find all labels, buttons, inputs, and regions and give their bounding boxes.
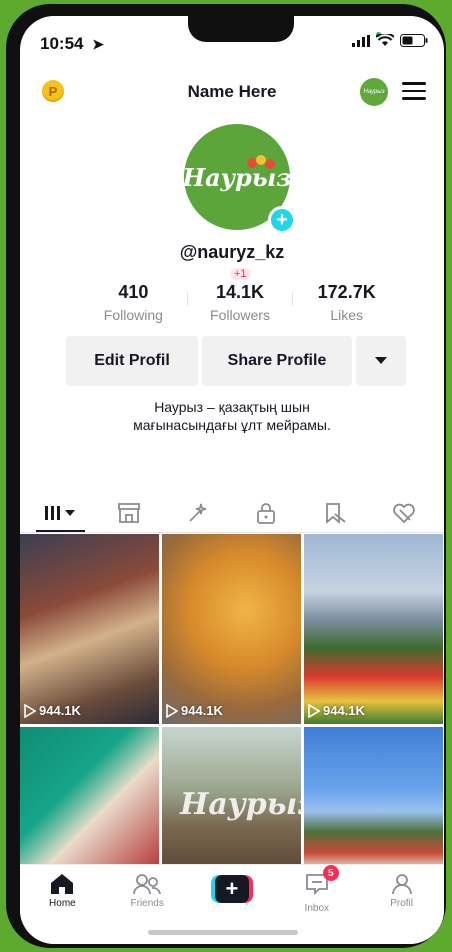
inbox-icon-wrap: 5 (305, 865, 339, 900)
view-count: 944.1K (308, 703, 365, 718)
profile-actions: Edit Profil Share Profile (66, 336, 406, 386)
tulip-icon (247, 155, 275, 169)
video-tile[interactable]: 944.1K (304, 534, 443, 724)
play-icon (24, 703, 36, 718)
tab-liked[interactable] (369, 494, 438, 532)
bio-line-2: мағынасындағы ұлт мейрамы. (133, 417, 331, 433)
nav-home-label: Home (49, 898, 76, 909)
stat-following[interactable]: 410 Following (80, 282, 187, 323)
nav-friends-label: Friends (130, 898, 164, 909)
status-time-text: 10:54 (40, 34, 84, 53)
bottom-nav: Home Friends + 5 Inbox Profil (20, 864, 444, 924)
heart-hidden-icon (392, 503, 415, 524)
profile-icon (391, 874, 412, 895)
share-profile-button[interactable]: Share Profile (202, 336, 352, 386)
profile-stats: 410 Following +1 14.1K Followers 172.7K … (80, 268, 400, 323)
camera-notch (188, 16, 294, 42)
content-tabs (20, 494, 444, 532)
tab-shop[interactable] (95, 494, 164, 532)
grid-bars-icon (45, 506, 76, 520)
tabs-divider (20, 532, 444, 533)
play-icon (308, 703, 320, 718)
status-icons (352, 34, 428, 47)
more-options-button[interactable] (356, 336, 406, 386)
profile-top-bar: P Name Here Наурыз (20, 78, 444, 108)
stat-divider (186, 292, 188, 306)
lock-icon (257, 503, 276, 524)
app-screen: 10:54 ➤ P Name Here Наурыз Наурыз + @nau… (20, 16, 444, 944)
following-count: 410 (118, 282, 149, 302)
profile-handle: @nauryz_kz (179, 242, 285, 262)
tab-effects[interactable] (163, 494, 232, 532)
plus-icon: + (214, 875, 249, 903)
sparkle-wand-icon (189, 503, 206, 522)
nav-profile[interactable]: Profil (359, 865, 444, 924)
followers-count: 14.1K (215, 282, 265, 302)
view-count: 944.1K (24, 703, 81, 718)
bookmark-hidden-icon (326, 503, 346, 524)
tab-videos[interactable] (26, 494, 95, 532)
likes-count: 172.7K (317, 282, 376, 302)
friends-icon (133, 874, 162, 895)
nav-inbox-label: Inbox (304, 903, 330, 914)
followers-delta-badge: +1 (230, 268, 251, 280)
signal-icon (352, 34, 370, 47)
nav-home[interactable]: Home (20, 865, 105, 924)
profile-switch-avatar[interactable]: Наурыз (360, 78, 388, 106)
phone-frame: 10:54 ➤ P Name Here Наурыз Наурыз + @nau… (6, 4, 446, 948)
caret-down-icon (375, 357, 387, 364)
tab-private[interactable] (232, 494, 301, 532)
view-count-text: 944.1K (323, 703, 365, 718)
view-count: 944.1K (166, 703, 223, 718)
home-icon (51, 874, 74, 894)
video-tile[interactable]: 944.1K (162, 534, 301, 724)
inbox-badge: 5 (322, 865, 339, 881)
mini-logo-text: Наурыз (363, 89, 385, 95)
battery-icon (400, 34, 428, 47)
video-tile[interactable]: 944.1K (20, 534, 159, 724)
nav-create[interactable]: + (190, 865, 275, 924)
bio-line-1: Наурыз – қазақтың шын (154, 399, 310, 415)
location-arrow-icon: ➤ (92, 36, 104, 52)
view-count-text: 944.1K (181, 703, 223, 718)
play-icon (166, 703, 178, 718)
likes-label: Likes (330, 307, 364, 323)
following-label: Following (103, 307, 163, 323)
edit-profile-button[interactable]: Edit Profil (66, 336, 198, 386)
storefront-icon (118, 503, 140, 523)
profile-avatar-container: Наурыз + (182, 124, 296, 234)
profile-bio: Наурыз – қазақтың шын мағынасындағы ұлт … (20, 398, 444, 434)
stat-likes[interactable]: 172.7K Likes (293, 282, 400, 323)
add-avatar-button[interactable]: + (268, 206, 296, 234)
video-tile[interactable] (304, 727, 443, 867)
nav-profile-label: Profil (390, 898, 413, 909)
tab-reposts[interactable] (301, 494, 370, 532)
video-grid: 944.1K 944.1K 944.1K Наурыз (20, 534, 444, 867)
wifi-icon (376, 34, 394, 46)
create-button[interactable]: + (210, 875, 253, 903)
stat-followers[interactable]: +1 14.1K Followers (186, 268, 294, 323)
video-tile[interactable]: Наурыз (162, 727, 301, 867)
video-overlay-logo: Наурыз (180, 787, 301, 822)
nav-inbox[interactable]: 5 Inbox (274, 865, 359, 924)
status-time: 10:54 ➤ (40, 34, 104, 54)
video-tile[interactable] (20, 727, 159, 867)
followers-label: Followers (210, 307, 270, 323)
view-count-text: 944.1K (39, 703, 81, 718)
nav-friends[interactable]: Friends (105, 865, 190, 924)
home-indicator (148, 930, 298, 935)
hamburger-menu-icon[interactable] (402, 82, 426, 100)
